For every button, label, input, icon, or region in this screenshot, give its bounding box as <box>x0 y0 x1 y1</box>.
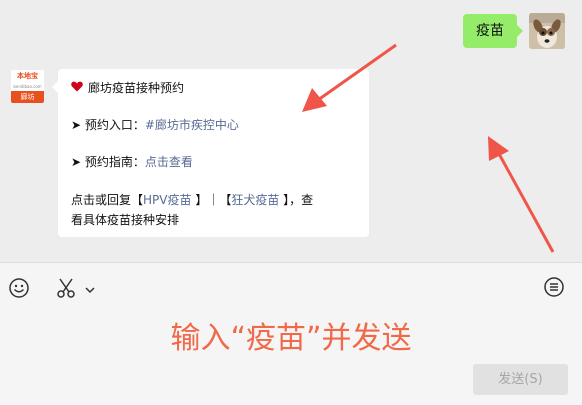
booking-link[interactable]: #廊坊市疾控中心 <box>145 118 239 132</box>
message-title: 廊坊疫苗接种预约 <box>88 81 185 95</box>
guide-link[interactable]: 点击查看 <box>145 155 193 169</box>
reply-prefix: 点击或回复【 <box>71 193 144 207</box>
arrow-to-outgoing-message <box>488 136 555 253</box>
heart-icon <box>71 80 83 96</box>
guide-label: ➤ 预约指南： <box>71 155 145 169</box>
incoming-message-bubble: 廊坊疫苗接种预约 ➤ 预约入口：#廊坊市疾控中心 ➤ 预约指南：点击查看 点击或… <box>52 69 369 237</box>
rabies-vaccine-link[interactable]: 狂犬疫苗 <box>231 193 279 207</box>
sender-avatar-brand: 本地宝 <box>17 72 38 80</box>
sender-avatar[interactable]: 本地宝 bendibao.com 廊坊 <box>11 70 44 103</box>
reply-line: 点击或回复【HPV疫苗 】｜【狂犬疫苗 】，查 <box>71 192 313 208</box>
outgoing-message-bubble[interactable]: 疫苗 <box>463 14 523 48</box>
guide-line: ➤ 预约指南：点击查看 <box>71 154 193 170</box>
sender-avatar-city: 廊坊 <box>11 91 44 103</box>
booking-label: ➤ 预约入口： <box>71 118 145 132</box>
scissors-icon[interactable] <box>54 277 78 299</box>
reply-separator: 】｜【 <box>191 193 232 207</box>
sender-avatar-domain: bendibao.com <box>13 84 42 89</box>
hpv-vaccine-link[interactable]: HPV疫苗 <box>143 193 191 207</box>
chat-history-icon[interactable] <box>543 276 565 298</box>
reply-suffix: 】，查 <box>279 193 314 207</box>
reply-line-2: 看具体疫苗接种安排 <box>71 213 180 227</box>
booking-line: ➤ 预约入口：#廊坊市疾控中心 <box>71 117 239 133</box>
my-avatar[interactable] <box>529 13 565 49</box>
send-button[interactable]: 发送(S) <box>473 364 568 395</box>
instruction-text: 输入“疫苗”并发送 <box>170 321 412 356</box>
message-title-line: 廊坊疫苗接种预约 <box>71 80 184 96</box>
outgoing-message-text: 疫苗 <box>476 23 504 39</box>
chat-area: 疫苗 本地宝 bendibao.com 廊坊 廊坊疫苗接种预约 ➤ 预约入口：#… <box>0 0 582 262</box>
emoji-icon[interactable] <box>8 277 30 299</box>
dog-avatar-image <box>529 13 565 49</box>
chevron-down-icon[interactable] <box>84 281 96 294</box>
